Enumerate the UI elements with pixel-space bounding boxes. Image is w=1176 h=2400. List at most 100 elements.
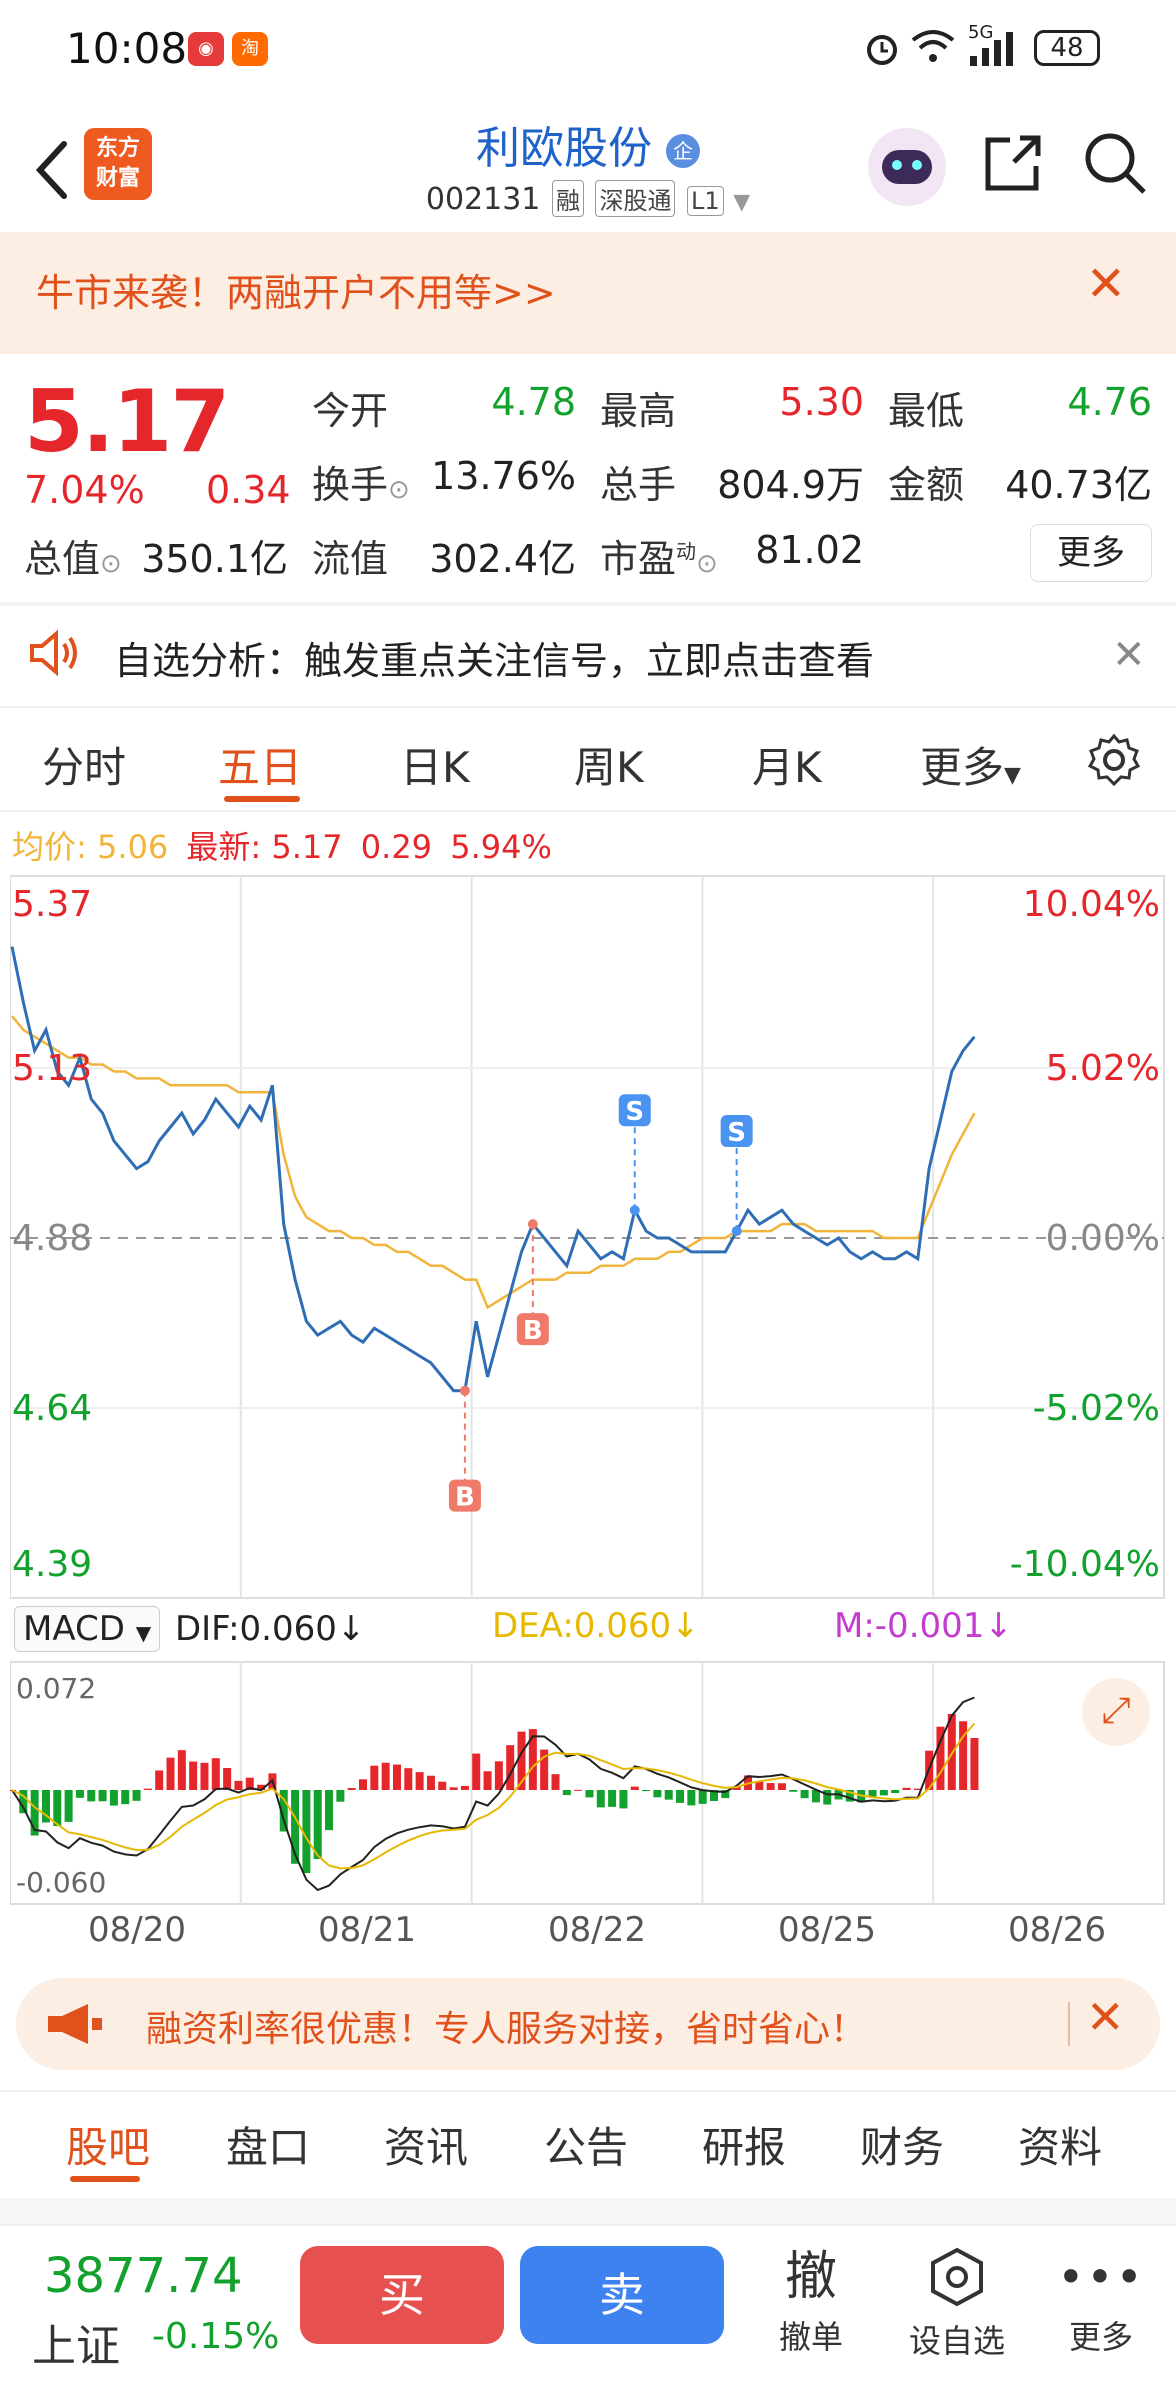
stock-code: 002131 [425,182,541,217]
cancel-order-button[interactable]: 撤 撤单 [746,2246,876,2358]
more-button[interactable]: ••• 更多 [1036,2246,1166,2358]
tab-daily-k[interactable]: 日K [400,734,470,795]
active-bottom-tab-indicator [70,2176,140,2182]
add-watchlist-label: 设自选 [908,2322,1005,2360]
enterprise-badge: 企 [666,134,700,168]
tab-intraday[interactable]: 分时 [42,734,126,795]
date-label: 08/21 [318,1910,416,1950]
avg-value: 5.06 [96,828,169,866]
tab-more[interactable]: 更多▼ [920,734,1021,795]
divider [0,602,1176,606]
more-quote-button[interactable]: 更多 [1030,524,1152,582]
promo-close-icon[interactable]: ✕ [1086,256,1126,312]
macd-histogram-bar [472,1753,481,1790]
megaphone-icon [48,2004,102,2044]
assistant-avatar[interactable] [868,128,946,206]
tab-monthly-k[interactable]: 月K [752,734,822,795]
macd-histogram-bar [211,1758,220,1790]
macd-histogram-bar [483,1771,492,1790]
mktcap-label[interactable]: 总值⊙ [24,528,122,583]
battery-level: 48 [1050,33,1084,63]
promo-banner[interactable]: 牛市来袭！两融开户不用等>> ✕ [0,232,1176,354]
amount-label: 金额 [888,463,965,507]
macd-dea-text: DEA:0.060 [492,1606,672,1646]
caret-down-icon: ▼ [135,1621,152,1645]
five-day-price-chart[interactable]: B B S S 5.37 5.13 4.88 4.64 4.39 10.04% 5.02% 0.00… [10,874,1166,1600]
macd-m-text: M:-0.001 [834,1606,985,1646]
macd-histogram-bar [325,1790,334,1831]
stock-name: 利欧股份 [476,123,652,174]
turnover-label[interactable]: 换手⊙ [312,454,410,509]
sell-button[interactable]: 卖 [520,2246,724,2344]
macd-histogram-bar [75,1790,84,1798]
loan-banner[interactable]: 融资利率很优惠！专人服务对接，省时省心！ ✕ [16,1978,1160,2070]
macd-selector[interactable]: MACD ▼ [14,1606,161,1652]
last-label: 最新: [186,828,262,866]
index-value[interactable]: 3877.74 [44,2248,243,2304]
macd-bottom-label: -0.060 [16,1866,106,1899]
tab-announcements[interactable]: 公告 [544,2114,628,2175]
tab-research[interactable]: 研报 [702,2114,786,2175]
search-icon[interactable] [1082,130,1148,196]
low-label: 最低 [888,389,965,433]
macd-histogram-bar [676,1790,685,1803]
macd-histogram-bar [155,1770,164,1790]
macd-chart[interactable]: 0.072 -0.060 [10,1660,1166,1906]
signal-label: B [523,1316,543,1346]
battery-icon: 48 [1034,30,1100,66]
cancel-order-icon: 撤 [784,2247,837,2307]
macd-histogram-bar [336,1790,345,1802]
app-notification-icon: ◉ [188,32,224,66]
macd-histogram-bar [370,1765,379,1790]
macd-histogram-bar [109,1790,118,1806]
macd-histogram-bar [143,1788,152,1790]
level-tag: L1 [687,186,724,216]
macd-histogram-bar [177,1750,186,1790]
signal-label: B [455,1483,475,1513]
status-time: 10:08 [66,24,188,73]
settings-gear-icon[interactable] [1086,732,1142,788]
tab-five-day[interactable]: 五日 [218,734,302,795]
amount-value: 40.73亿 [1005,463,1152,507]
macd-histogram-bar [494,1761,503,1790]
arrow-down-icon: ↓ [671,1606,700,1646]
tab-profile[interactable]: 资料 [1018,2114,1102,2175]
add-watchlist-button[interactable]: 设自选 [892,2246,1022,2362]
buy-button[interactable]: 买 [300,2246,504,2344]
tab-weekly-k[interactable]: 周K [574,734,644,795]
share-icon[interactable] [980,130,1046,196]
y-axis-left-label: 5.13 [12,1048,92,1089]
macd-histogram-bar [551,1774,560,1790]
signal-point [459,1385,470,1396]
analysis-text[interactable]: 自选分析：触发重点关注信号，立即点击查看 [114,630,874,685]
macd-histogram-bar [596,1790,605,1808]
macd-histogram-bar [460,1785,469,1790]
divider [0,810,1176,812]
avg-label: 均价: [12,828,87,866]
promo-text[interactable]: 牛市来袭！两融开户不用等>> [36,262,556,317]
expand-chart-button[interactable]: ⤢ [1082,1678,1150,1746]
pe-label[interactable]: 市盈动⊙ [600,528,718,583]
date-label: 08/22 [548,1910,646,1950]
macd-histogram-bar [879,1790,888,1796]
macd-histogram-bar [98,1790,107,1802]
pe-label-text: 市盈 [600,537,677,581]
tab-order-book[interactable]: 盘口 [226,2114,310,2175]
loan-text[interactable]: 融资利率很优惠！专人服务对接，省时省心！ [146,2000,866,2052]
analysis-close-icon[interactable]: ✕ [1112,632,1146,678]
loan-close-icon[interactable]: ✕ [1086,1990,1125,2044]
y-axis-left-label: 4.64 [12,1388,92,1429]
tab-news[interactable]: 资讯 [384,2114,468,2175]
info-icon: ⊙ [696,549,718,579]
macd-histogram-bar [64,1790,73,1822]
tab-finance[interactable]: 财务 [860,2114,944,2175]
y-axis-right-label: 5.02% [1046,1048,1160,1089]
divider [0,2090,1176,2092]
info-icon: ⊙ [388,475,410,505]
macd-histogram-bar [902,1787,911,1790]
index-name[interactable]: 上证 [32,2310,120,2374]
macd-select-label: MACD [23,1609,125,1649]
y-axis-right-label: -10.04% [1010,1544,1160,1585]
date-label: 08/25 [778,1910,876,1950]
tab-forum[interactable]: 股吧 [66,2114,150,2175]
